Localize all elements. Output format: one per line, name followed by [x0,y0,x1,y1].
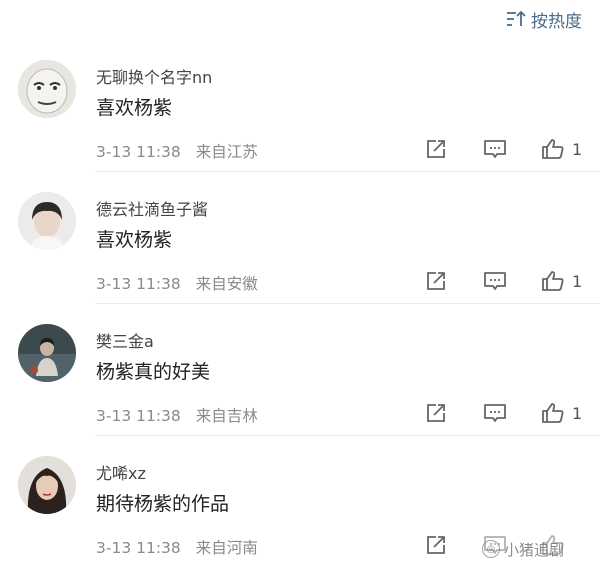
like-count: 1 [572,139,583,159]
watermark: ◎ 小猪追剧 [482,538,564,560]
sort-label: 按热度 [531,11,582,32]
like-count: 1 [572,271,583,291]
comment-location: 来自吉林 [195,407,258,425]
comment-time: 3-13 11:38 [96,539,181,557]
reply-button[interactable] [482,268,508,294]
repost-button[interactable] [424,532,448,558]
repost-button[interactable] [424,268,448,294]
commenter-username[interactable]: 尤唏xz [96,460,146,484]
comment-location: 来自江苏 [195,143,258,161]
comment-item: 樊三金a 杨紫真的好美 3-13 11:38 来自吉林 1 [0,304,600,436]
comment-location: 来自安徽 [195,275,258,293]
commenter-avatar[interactable] [18,60,76,118]
commenter-avatar[interactable] [18,192,76,250]
sort-icon [505,9,527,29]
comment-time: 3-13 11:38 [96,143,181,161]
watermark-logo-icon: ◎ [482,540,500,558]
like-button[interactable]: 1 [540,268,582,294]
comment-meta: 3-13 11:38 来自安徽 [96,272,258,294]
meme-face-avatar [18,60,76,118]
comment-time: 3-13 11:38 [96,275,181,293]
person-avatar [18,324,76,382]
commenter-avatar[interactable] [18,456,76,514]
commenter-avatar[interactable] [18,324,76,382]
comment-text: 喜欢杨紫 [96,229,173,251]
comment-item: 德云社滴鱼子酱 喜欢杨紫 3-13 11:38 来自安徽 1 [0,172,600,304]
like-count: 1 [572,403,583,423]
commenter-username[interactable]: 无聊换个名字nn [96,64,212,88]
comment-meta: 3-13 11:38 来自河南 [96,536,258,558]
repost-button[interactable] [424,400,448,426]
comment-meta: 3-13 11:38 来自江苏 [96,140,258,162]
comment-time: 3-13 11:38 [96,407,181,425]
reply-button[interactable] [482,136,508,162]
repost-icon [427,404,445,422]
person-avatar [18,192,76,250]
repost-button[interactable] [424,136,448,162]
comment-meta: 3-13 11:38 来自吉林 [96,404,258,426]
repost-icon [427,272,445,290]
comment-icon [484,272,506,290]
comment-text: 杨紫真的好美 [96,361,211,383]
repost-icon [427,140,445,158]
thumbs-up-icon [542,139,564,159]
reply-button[interactable] [482,400,508,426]
person-avatar [18,456,76,514]
watermark-text: 小猪追剧 [504,540,565,559]
commenter-username[interactable]: 樊三金a [96,328,154,352]
like-button[interactable]: 1 [540,136,582,162]
comment-icon [484,404,506,422]
thumbs-up-icon [542,271,564,291]
comment-item: 无聊换个名字nn 喜欢杨紫 3-13 11:38 来自江苏 1 [0,40,600,172]
sort-bar: 按热度 [0,0,600,40]
thumbs-up-icon [542,403,564,423]
comment-text: 喜欢杨紫 [96,97,173,119]
repost-icon [427,536,445,554]
comment-icon [484,140,506,158]
like-button[interactable]: 1 [540,400,582,426]
comment-text: 期待杨紫的作品 [96,493,230,515]
commenter-username[interactable]: 德云社滴鱼子酱 [96,196,208,220]
comment-location: 来自河南 [195,539,258,557]
sort-by-hot-button[interactable]: 按热度 [505,6,582,32]
